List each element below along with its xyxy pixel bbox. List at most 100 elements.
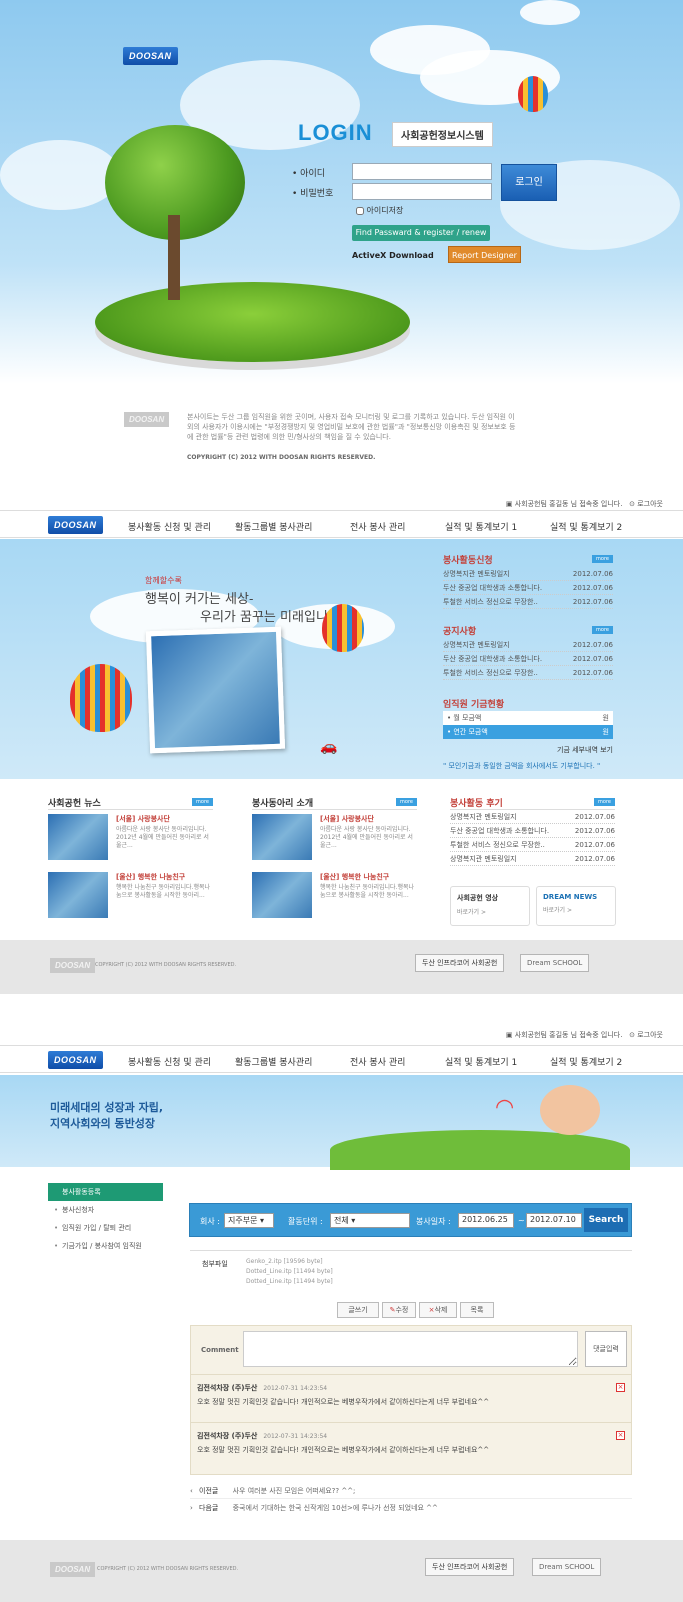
list-item[interactable]: 두산 중공업 대학생과 소통합니다. 2012.07.06: [443, 581, 613, 595]
dream-school-link[interactable]: Dream SCHOOL: [532, 1558, 602, 1576]
volunteer-apply-box: 봉사활동신청 more 상명복지관 멘토링일지 2012.07.06 두산 중공업…: [443, 553, 613, 609]
club-item[interactable]: [울산] 행복한 나눔친구 행복한 나눔친구 동아리입니다.행복나눔으로 봉사활…: [252, 872, 417, 924]
more-button[interactable]: more: [192, 798, 213, 806]
up-arrow-icon: ‹: [190, 1487, 193, 1495]
password-label: • 비밀번호: [292, 189, 334, 199]
list-item[interactable]: 상명복지관 멘토링일지 2012.07.06: [450, 852, 615, 866]
logout-link[interactable]: 로그아웃: [637, 1031, 663, 1039]
comment-delete-icon[interactable]: ×: [616, 1431, 625, 1440]
prev-title[interactable]: 사우 여러분 사진 모임은 어떠세요?? ^^;: [233, 1487, 356, 1495]
password-input[interactable]: [352, 183, 492, 200]
doosan-logo: DOOSAN: [48, 516, 103, 534]
user-info: 사회공헌팀 홍길동 님 접속중 입니다.: [514, 500, 623, 508]
comment-input[interactable]: [243, 1331, 578, 1367]
next-label: 다음글: [199, 1504, 219, 1512]
nav-item-group-manage[interactable]: 활동그룹별 봉사관리: [235, 1055, 312, 1068]
login-button[interactable]: 로그인: [501, 164, 557, 201]
company-select[interactable]: 지주부문 ▾: [224, 1213, 274, 1228]
csr-news-box: 사회공헌 뉴스 more [서울] 사랑봉사단 아름다운 사랑 봉사단 동아리입…: [48, 796, 213, 924]
date-to-input[interactable]: 2012.07.10: [526, 1213, 582, 1228]
club-item[interactable]: [서울] 사랑봉사단 아름다운 사랑 봉사단 동아리입니다. 2012년 4월에…: [252, 814, 417, 866]
attached-file[interactable]: Dotted_Line.itp [11494 byte]: [246, 1277, 632, 1287]
comment-author: 김전석차장 (주)두산: [197, 1384, 258, 1392]
video-link-box[interactable]: 사회공헌 영상 바로가기 >: [450, 886, 530, 926]
comment-text: 오호 정말 멋진 기획인것 같습니다! 개인적으로는 베병우작가에서 같이하신다…: [197, 1398, 490, 1406]
list-item[interactable]: 상명복지관 멘토링일지 2012.07.06: [450, 810, 615, 824]
attachments: 첨부파일 Genko_2.itp [19596 byte] Dotted_Lin…: [190, 1250, 632, 1287]
more-button[interactable]: more: [592, 626, 613, 634]
date-label: 봉사일자 :: [416, 1217, 451, 1226]
next-post-row[interactable]: › 다음글 중국에서 기대하는 한국 신작게임 10선>에 루나가 선정 되었네…: [190, 1500, 632, 1516]
doosan-gray-logo: DOOSAN: [50, 958, 96, 973]
comment-submit-button[interactable]: 댓글입력: [585, 1331, 627, 1367]
comment-item: 김전석차장 (주)두산 2012-07-31 14:23:54 오호 정말 멋진 …: [191, 1422, 631, 1470]
search-button[interactable]: Search: [584, 1208, 628, 1232]
nav-item-company-manage[interactable]: 전사 봉사 관리: [350, 520, 405, 533]
list-item[interactable]: 투철한 서비스 정신으로 무장한.. 2012.07.06: [443, 595, 613, 609]
list-button[interactable]: 목록: [460, 1302, 494, 1318]
login-subtitle: 사회공헌정보시스템: [392, 122, 493, 147]
unit-select[interactable]: 전체 ▾: [330, 1213, 410, 1228]
more-button[interactable]: more: [396, 798, 417, 806]
activex-download-link[interactable]: ActiveX Download: [352, 251, 434, 260]
write-button[interactable]: 글쓰기: [337, 1302, 379, 1318]
hot-air-balloon-icon: [322, 604, 364, 652]
attached-file[interactable]: Dotted_Line.itp [11494 byte]: [246, 1267, 632, 1277]
user-bar: ▣ 사회공헌팀 홍길동 님 접속중 입니다. ⊙ 로그아웃: [506, 499, 663, 509]
list-item[interactable]: 투철한 서비스 정신으로 무장한.. 2012.07.06: [450, 838, 615, 852]
nav-item-volunteer-apply[interactable]: 봉사활동 신청 및 관리: [128, 1055, 211, 1068]
date-from-input[interactable]: 2012.06.25: [458, 1213, 514, 1228]
sidebar-item-applicants[interactable]: 봉사신청자: [48, 1201, 163, 1219]
sub-banner: 미래세대의 성장과 자립, 지역사회와의 동반성장 ◠: [0, 1075, 683, 1170]
save-id-label: 아이디저장: [366, 206, 404, 215]
report-designer-button[interactable]: Report Designer: [448, 246, 521, 263]
nav-item-company-manage[interactable]: 전사 봉사 관리: [350, 1055, 405, 1068]
list-item[interactable]: 상명복지관 멘토링일지 2012.07.06: [443, 638, 613, 652]
news-item[interactable]: [울산] 행복한 나눔친구 행복한 나눔친구 동아리입니다.행복나눔으로 봉사활…: [48, 872, 213, 924]
dream-school-link[interactable]: Dream SCHOOL: [520, 954, 590, 972]
cloud: [520, 0, 580, 25]
list-item[interactable]: 투철한 서비스 정신으로 무장한.. 2012.07.06: [443, 666, 613, 680]
prev-post-row[interactable]: ‹ 이전글 사우 여러분 사진 모임은 어떠세요?? ^^;: [190, 1483, 632, 1499]
edit-button[interactable]: ✎수정: [382, 1302, 416, 1318]
comment-delete-icon[interactable]: ×: [616, 1383, 625, 1392]
sidebar-item-fund-members[interactable]: 기금가입 / 봉사참여 임직원: [48, 1237, 163, 1255]
comment-author: 김전석차장 (주)두산: [197, 1432, 258, 1440]
list-item[interactable]: 상명복지관 멘토링일지 2012.07.06: [443, 567, 613, 581]
sidebar-item-register[interactable]: 봉사활동등록: [48, 1183, 163, 1201]
save-id-checkbox[interactable]: [356, 206, 364, 215]
banner-line-2: 지역사회와의 동반성장: [50, 1117, 156, 1130]
doosan-logo: DOOSAN: [123, 47, 178, 65]
id-input[interactable]: [352, 163, 492, 180]
doosan-infracore-link[interactable]: 두산 인프라코어 사회공헌: [415, 954, 505, 972]
main-hero: 함께할수록 행복이 커가는 세상- 우리가 꿈꾸는 미래입니다 🚗 봉사활동신청…: [0, 539, 683, 779]
more-button[interactable]: more: [592, 555, 613, 563]
nav-item-volunteer-apply[interactable]: 봉사활동 신청 및 관리: [128, 520, 211, 533]
fund-box: 임직원 기금현황 • 월 모금액 원 • 연간 모금액 원 기금 세부내역 보기 "…: [443, 697, 613, 771]
nav-item-stats-1[interactable]: 실적 및 통계보기 1: [445, 1055, 517, 1068]
monthly-fund-row: • 월 모금액 원: [443, 711, 613, 725]
news-item[interactable]: [서울] 사랑봉사단 아름다운 사랑 봉사단 동아리입니다. 2012년 4월에…: [48, 814, 213, 866]
logout-link[interactable]: 로그아웃: [637, 500, 663, 508]
club-thumbnail: [252, 872, 312, 918]
next-title[interactable]: 중국에서 기대하는 한국 신작게임 10선>에 루나가 선정 되었네요 ^^: [233, 1504, 438, 1512]
nav-item-stats-1[interactable]: 실적 및 통계보기 1: [445, 520, 517, 533]
list-item[interactable]: 두산 중공업 대학생과 소통합니다. 2012.07.06: [443, 652, 613, 666]
doosan-infracore-link[interactable]: 두산 인프라코어 사회공헌: [425, 1558, 515, 1576]
more-button[interactable]: more: [594, 798, 615, 806]
hill: [330, 1130, 630, 1170]
sidebar-item-member-manage[interactable]: 임직원 가입 / 탈퇴 관리: [48, 1219, 163, 1237]
attached-file[interactable]: Genko_2.itp [19596 byte]: [246, 1257, 632, 1267]
delete-button[interactable]: ×삭제: [419, 1302, 457, 1318]
fund-detail-link[interactable]: 기금 세부내역 보기: [443, 745, 613, 755]
comment-text: 오호 정말 멋진 기획인것 같습니다! 개인적으로는 베병우작가에서 같이하신다…: [197, 1446, 490, 1454]
login-page: DOOSAN LOGIN 사회공헌정보시스템 • 아이디 • 비밀번호 로그인 …: [0, 0, 683, 480]
nav-item-group-manage[interactable]: 활동그룹별 봉사관리: [235, 520, 312, 533]
nav-item-stats-2[interactable]: 실적 및 통계보기 2: [550, 1055, 622, 1068]
nav-item-stats-2[interactable]: 실적 및 통계보기 2: [550, 520, 622, 533]
grass-island: [95, 282, 410, 362]
user-icon: ▣: [505, 500, 513, 508]
dream-news-box[interactable]: DREAM NEWS 바로가기 >: [536, 886, 616, 926]
list-item[interactable]: 두산 중공업 대학생과 소통합니다. 2012.07.06: [450, 824, 615, 838]
find-password-button[interactable]: Find Passward & register / renew: [352, 225, 490, 241]
